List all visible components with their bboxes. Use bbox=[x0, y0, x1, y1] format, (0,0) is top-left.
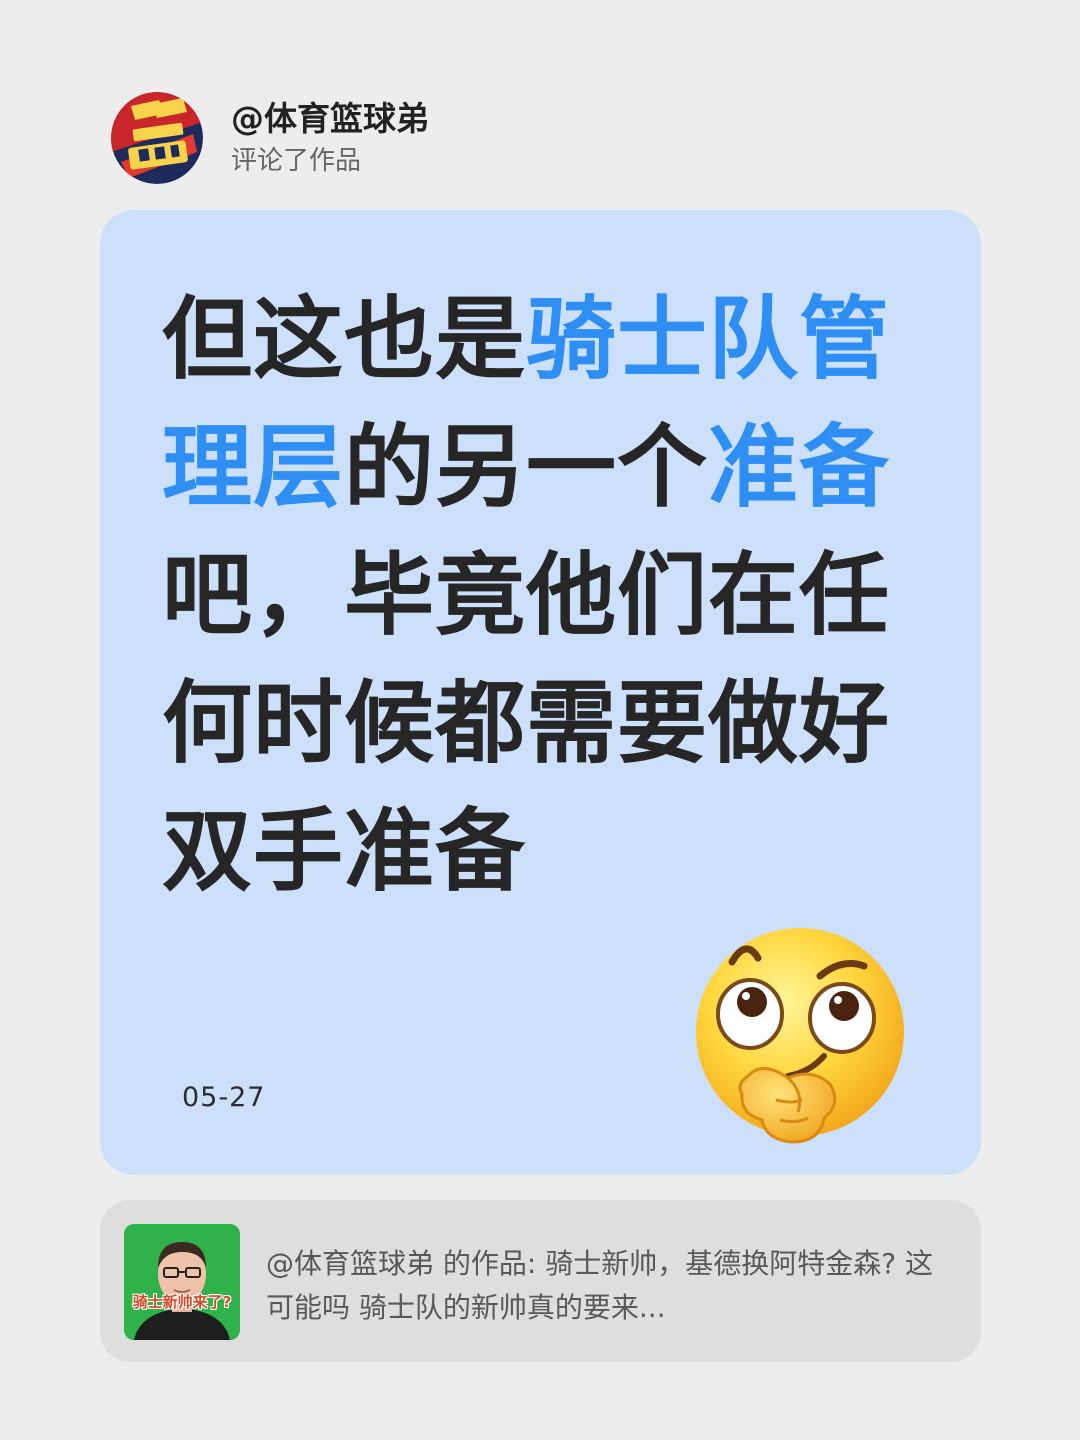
comment-highlight: 准备 bbox=[708, 415, 890, 520]
author-name[interactable]: @体育篮球弟 bbox=[231, 99, 429, 139]
referenced-work-card[interactable]: 骑士新帅来了? @体育篮球弟 的作品: 骑士新帅，基德换阿特金森? 这可能吗 骑… bbox=[100, 1200, 981, 1362]
thumbnail-caption: 骑士新帅来了? bbox=[132, 1293, 232, 1311]
video-thumbnail[interactable]: 骑士新帅来了? bbox=[124, 1224, 240, 1340]
comment-part: 吧，毕竟他们在任何时候都需要做好双手准备 bbox=[162, 543, 890, 904]
comment-date: 05-27 bbox=[182, 1082, 266, 1113]
comment-part: 的另一个 bbox=[344, 415, 708, 520]
comment-card: 但这也是骑士队管理层的另一个准备吧，毕竟他们在任何时候都需要做好双手准备 05-… bbox=[100, 210, 981, 1175]
thinking-face-emoji-icon bbox=[692, 928, 914, 1150]
comment-header: @体育篮球弟 评论了作品 bbox=[111, 92, 429, 184]
comment-part: 但这也是 bbox=[162, 287, 526, 392]
referenced-work-text[interactable]: @体育篮球弟 的作品: 骑士新帅，基德换阿特金森? 这可能吗 骑士队的新帅真的要… bbox=[266, 1242, 946, 1330]
referenced-author[interactable]: @体育篮球弟 bbox=[266, 1247, 434, 1280]
comment-text: 但这也是骑士队管理层的另一个准备吧，毕竟他们在任何时候都需要做好双手准备 bbox=[162, 276, 902, 916]
author-avatar-icon[interactable] bbox=[111, 92, 203, 184]
action-label: 评论了作品 bbox=[231, 146, 362, 176]
